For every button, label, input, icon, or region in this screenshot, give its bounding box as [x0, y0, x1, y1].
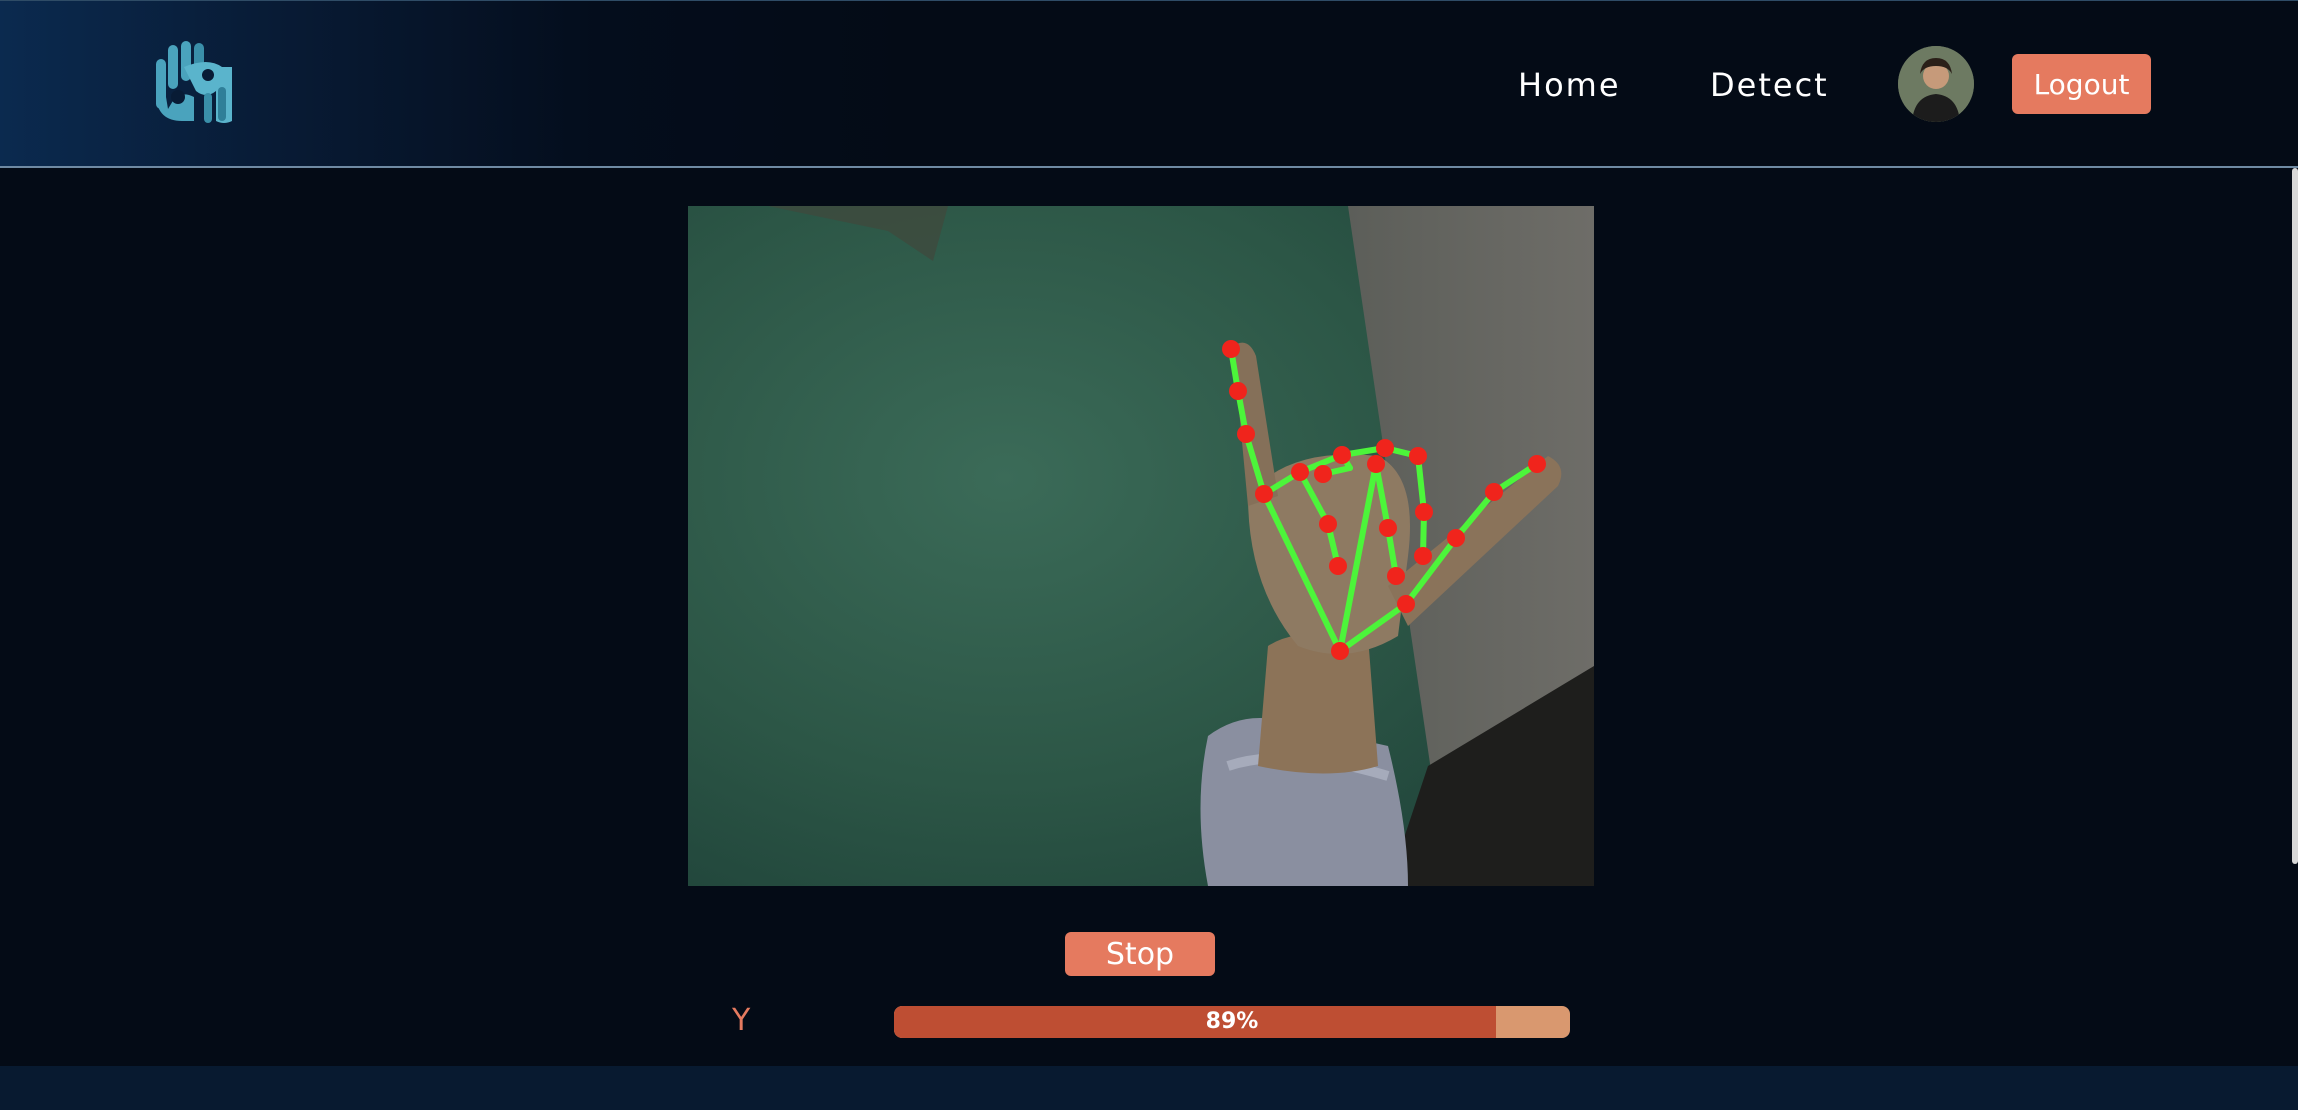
nav-home-link[interactable]: Home [1518, 59, 1621, 111]
hands-logo-icon[interactable] [148, 37, 240, 129]
confidence-percent: 89% [1205, 1009, 1259, 1034]
top-navbar: Home Detect Logout [0, 0, 2298, 168]
scrollbar-thumb[interactable] [2292, 168, 2298, 864]
logout-button[interactable]: Logout [2012, 54, 2151, 114]
confidence-progress-bar: 89% [894, 1006, 1570, 1038]
stop-button[interactable]: Stop [1065, 932, 1215, 976]
page-footer [0, 1066, 2298, 1110]
nav-detect-link[interactable]: Detect [1710, 59, 1829, 111]
webcam-video-feed [688, 206, 1594, 886]
predicted-letter: Y [732, 1003, 751, 1038]
user-avatar[interactable] [1898, 46, 1974, 122]
